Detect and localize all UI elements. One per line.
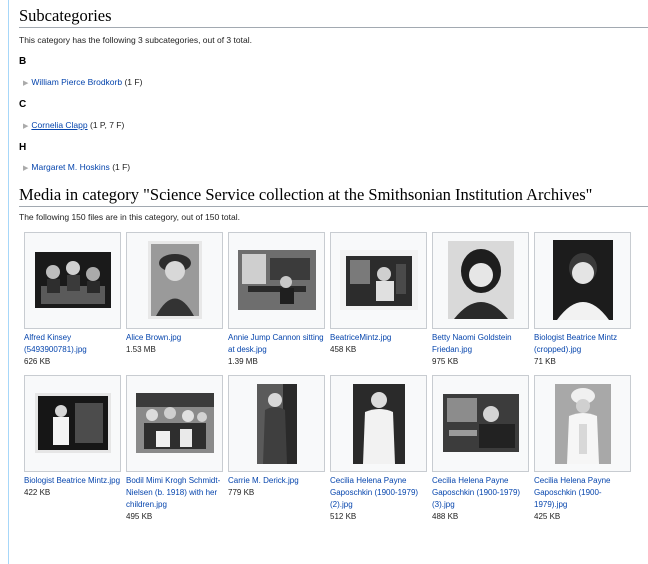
file-name-link[interactable]: Annie Jump Cannon sitting at desk.jpg xyxy=(228,332,328,356)
triangle-bullet-icon: ▶ xyxy=(23,123,29,130)
file-thumbnail[interactable] xyxy=(432,375,529,472)
file-thumbnail[interactable] xyxy=(534,375,631,472)
file-thumbnail[interactable] xyxy=(24,232,121,329)
file-name-link[interactable]: Cecilia Helena Payne Gaposchkin (1900-19… xyxy=(534,475,634,511)
subcategory-item: ▶ William Pierce Brodkorb (1 F) xyxy=(23,77,142,87)
file-name-link[interactable]: BeatriceMintz.jpg xyxy=(330,332,430,344)
group-letter-b: B xyxy=(19,56,27,67)
file-size: 488 KB xyxy=(432,512,459,521)
file-size: 425 KB xyxy=(534,512,561,521)
group-letter-c: C xyxy=(19,99,27,110)
file-name-link[interactable]: Alice Brown.jpg xyxy=(126,332,226,344)
triangle-bullet-icon: ▶ xyxy=(23,165,29,172)
file-size: 626 KB xyxy=(24,357,51,366)
file-thumbnail[interactable] xyxy=(534,232,631,329)
file-thumbnail[interactable] xyxy=(432,232,529,329)
file-size: 1.53 MB xyxy=(126,345,156,354)
subcategory-count: (1 P, 7 F) xyxy=(90,120,125,130)
file-thumbnail[interactable] xyxy=(330,232,427,329)
file-size: 422 KB xyxy=(24,488,51,497)
file-name-link[interactable]: Bodil Mimi Krogh Schmidt-Nielsen (b. 191… xyxy=(126,475,226,511)
file-thumbnail[interactable] xyxy=(228,375,325,472)
file-name-link[interactable]: Biologist Beatrice Mintz (cropped).jpg xyxy=(534,332,634,356)
subcategory-count: (1 F) xyxy=(112,162,131,172)
file-size: 779 KB xyxy=(228,488,255,497)
subcategory-link-clapp[interactable]: Cornelia Clapp xyxy=(31,120,87,130)
file-size: 71 KB xyxy=(534,357,556,366)
subcategories-heading: Subcategories xyxy=(19,6,648,28)
file-size: 975 KB xyxy=(432,357,459,366)
subcategory-item: ▶ Margaret M. Hoskins (1 F) xyxy=(23,162,130,172)
file-size: 1.39 MB xyxy=(228,357,258,366)
file-name-link[interactable]: Carrie M. Derick.jpg xyxy=(228,475,328,487)
file-thumbnail[interactable] xyxy=(330,375,427,472)
file-size: 458 KB xyxy=(330,345,357,354)
file-name-link[interactable]: Biologist Beatrice Mintz.jpg xyxy=(24,475,124,487)
content-frame: Subcategories This category has the foll… xyxy=(8,0,648,564)
file-thumbnail[interactable] xyxy=(126,232,223,329)
file-size: 512 KB xyxy=(330,512,357,521)
triangle-bullet-icon: ▶ xyxy=(23,80,29,87)
group-letter-h: H xyxy=(19,142,27,153)
file-name-link[interactable]: Alfred Kinsey (5493900781).jpg xyxy=(24,332,124,356)
file-thumbnail[interactable] xyxy=(126,375,223,472)
file-name-link[interactable]: Cecilia Helena Payne Gaposchkin (1900-19… xyxy=(432,475,532,511)
file-thumbnail[interactable] xyxy=(24,375,121,472)
subcategories-summary: This category has the following 3 subcat… xyxy=(19,35,252,45)
file-name-link[interactable]: Betty Naomi Goldstein Friedan.jpg xyxy=(432,332,532,356)
media-summary: The following 150 files are in this cate… xyxy=(19,212,240,222)
media-heading: Media in category "Science Service colle… xyxy=(19,185,648,207)
file-size: 495 KB xyxy=(126,512,153,521)
subcategory-item: ▶ Cornelia Clapp (1 P, 7 F) xyxy=(23,120,124,130)
file-thumbnail[interactable] xyxy=(228,232,325,329)
subcategory-link-hoskins[interactable]: Margaret M. Hoskins xyxy=(31,162,109,172)
file-name-link[interactable]: Cecilia Helena Payne Gaposchkin (1900-19… xyxy=(330,475,430,511)
subcategory-link-brodkorb[interactable]: William Pierce Brodkorb xyxy=(31,77,122,87)
subcategory-count: (1 F) xyxy=(124,77,143,87)
